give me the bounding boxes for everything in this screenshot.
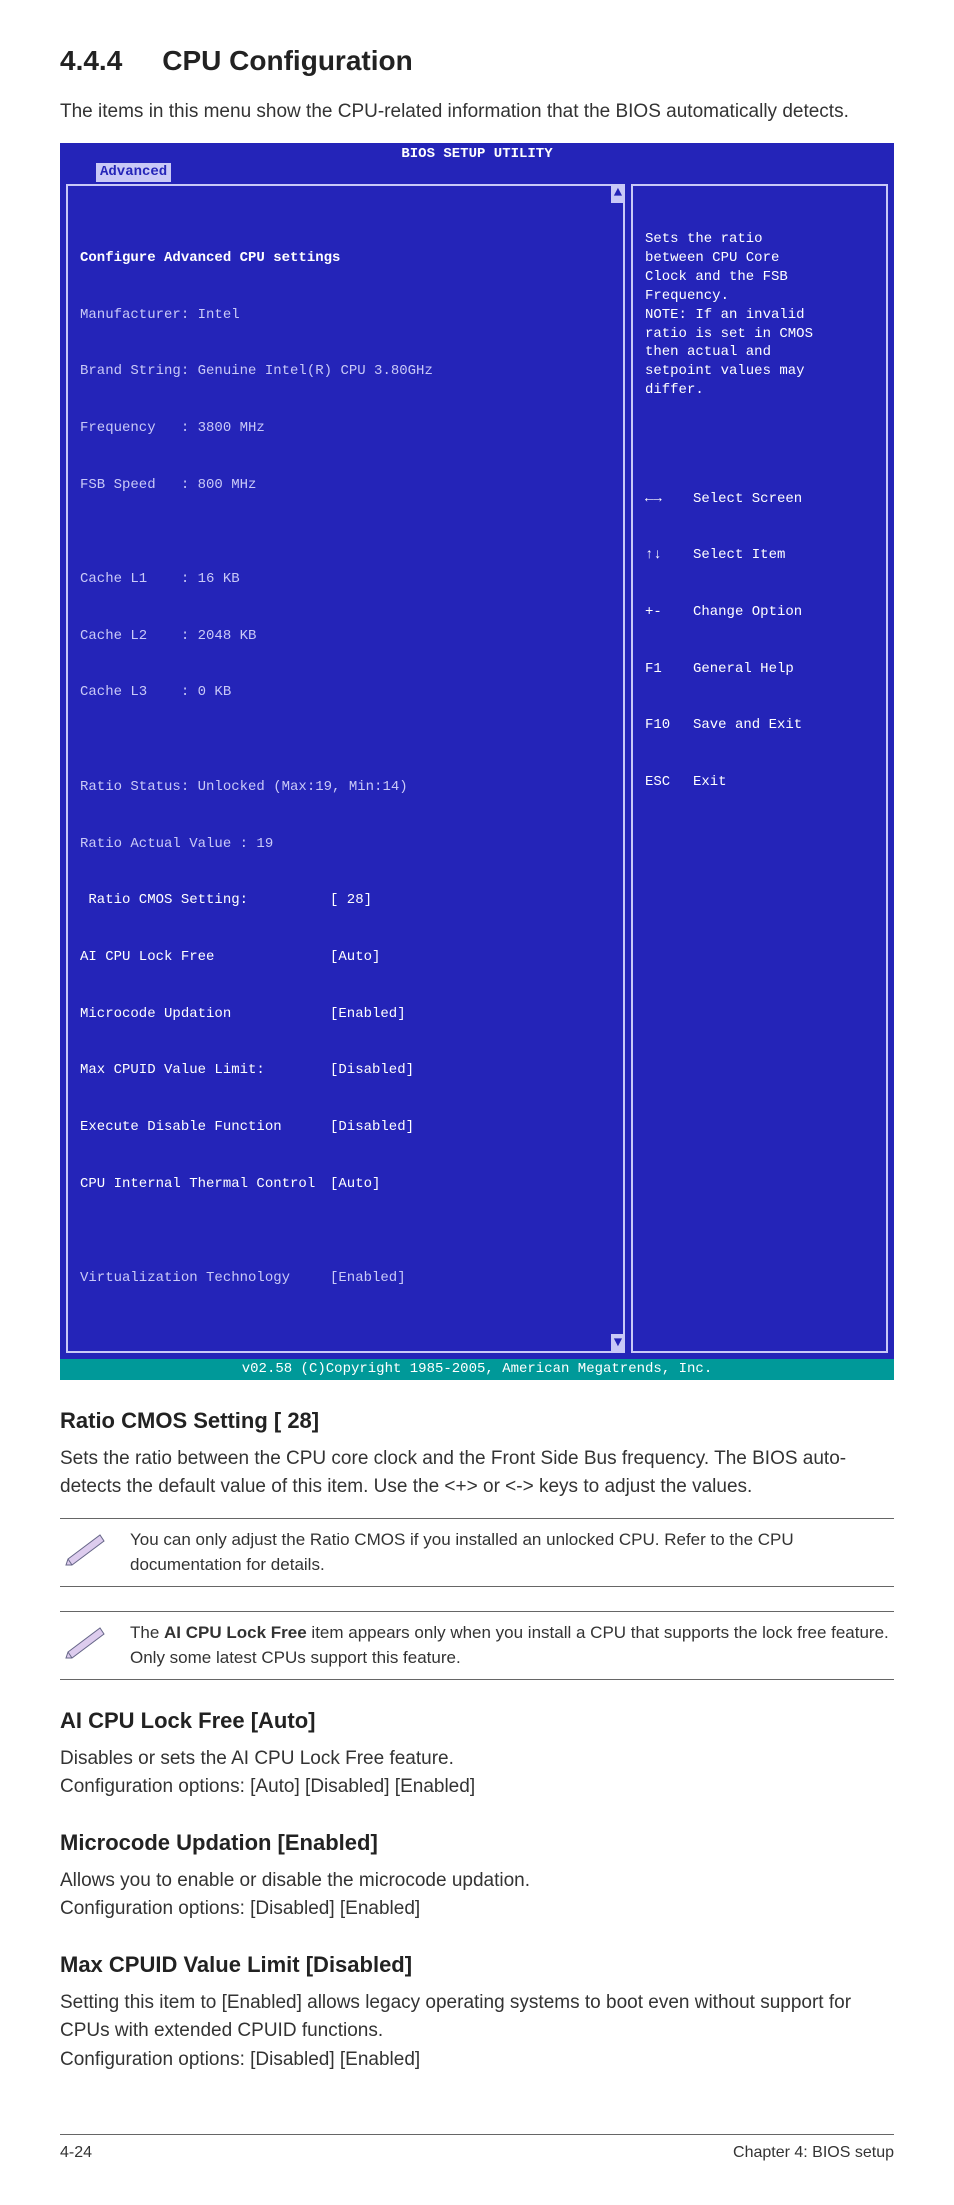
page-footer: 4-24 Chapter 4: BIOS setup [60, 2134, 894, 2165]
bios-info-line: Cache L3 : 0 KB [80, 683, 611, 702]
cpuid-body: Setting this item to [Enabled] allows le… [60, 1989, 894, 2046]
bios-key-row: F1General Help [645, 660, 874, 679]
ai-lock-config: Configuration options: [Auto] [Disabled]… [60, 1773, 894, 1802]
ai-lock-body: Disables or sets the AI CPU Lock Free fe… [60, 1745, 894, 1774]
bios-info-line: Cache L1 : 16 KB [80, 570, 611, 589]
bios-key-row: ↑↓Select Item [645, 546, 874, 565]
note-text: You can only adjust the Ratio CMOS if yo… [130, 1527, 894, 1578]
bios-key-row: F10Save and Exit [645, 716, 874, 735]
bios-field-row: CPU Internal Thermal Control[Auto] [80, 1175, 611, 1194]
bios-info-line: Frequency : 3800 MHz [80, 419, 611, 438]
bios-field-row: Execute Disable Function[Disabled] [80, 1118, 611, 1137]
bios-footer: v02.58 (C)Copyright 1985-2005, American … [60, 1359, 894, 1380]
bios-help-text: Sets the ratio between CPU Core Clock an… [645, 230, 874, 400]
note-box: The AI CPU Lock Free item appears only w… [60, 1611, 894, 1680]
bios-field-row: Microcode Updation[Enabled] [80, 1005, 611, 1024]
bios-key-row: ←→Select Screen [645, 490, 874, 509]
bios-info-line: Manufacturer: Intel [80, 306, 611, 325]
bios-tabs: Advanced [60, 163, 894, 184]
bios-info-line: Ratio Actual Value : 19 [80, 835, 611, 854]
ai-lock-heading: AI CPU Lock Free [Auto] [60, 1704, 894, 1737]
bios-key-row: +-Change Option [645, 603, 874, 622]
microcode-body: Allows you to enable or disable the micr… [60, 1867, 894, 1896]
scroll-up-icon: ▲ [611, 184, 625, 203]
bios-info-line: FSB Speed : 800 MHz [80, 476, 611, 495]
note-box: You can only adjust the Ratio CMOS if yo… [60, 1518, 894, 1587]
bios-screenshot: BIOS SETUP UTILITY Advanced ▲ Configure … [60, 143, 894, 1380]
note-text: The AI CPU Lock Free item appears only w… [130, 1620, 894, 1671]
bios-info-line: Ratio Status: Unlocked (Max:19, Min:14) [80, 778, 611, 797]
scroll-down-icon: ▼ [611, 1334, 625, 1353]
cpuid-config: Configuration options: [Disabled] [Enabl… [60, 2046, 894, 2075]
section-heading: 4.4.4 CPU Configuration [60, 40, 894, 82]
page-number: 4-24 [60, 2141, 92, 2165]
heading-number: 4.4.4 [60, 45, 122, 76]
intro-paragraph: The items in this menu show the CPU-rela… [60, 98, 894, 127]
bios-title: BIOS SETUP UTILITY [60, 143, 894, 164]
bios-right-panel: Sets the ratio between CPU Core Clock an… [631, 184, 888, 1352]
bios-field-row: Max CPUID Value Limit:[Disabled] [80, 1061, 611, 1080]
bios-left-heading: Configure Advanced CPU settings [80, 249, 611, 268]
pencil-icon [60, 1620, 110, 1660]
bios-active-tab: Advanced [96, 163, 171, 182]
bios-field-row: Virtualization Technology[Enabled] [80, 1269, 611, 1288]
bios-left-panel: ▲ Configure Advanced CPU settings Manufa… [66, 184, 625, 1352]
bios-field-row: Ratio CMOS Setting:[ 28] [80, 891, 611, 910]
bios-info-line: Cache L2 : 2048 KB [80, 627, 611, 646]
ratio-heading: Ratio CMOS Setting [ 28] [60, 1404, 894, 1437]
bios-info-line: Brand String: Genuine Intel(R) CPU 3.80G… [80, 362, 611, 381]
cpuid-heading: Max CPUID Value Limit [Disabled] [60, 1948, 894, 1981]
pencil-icon [60, 1527, 110, 1567]
bios-field-row: AI CPU Lock Free[Auto] [80, 948, 611, 967]
ratio-body: Sets the ratio between the CPU core cloc… [60, 1445, 894, 1502]
heading-title: CPU Configuration [162, 45, 412, 76]
chapter-label: Chapter 4: BIOS setup [733, 2141, 894, 2165]
bios-key-row: ESCExit [645, 773, 874, 792]
microcode-config: Configuration options: [Disabled] [Enabl… [60, 1895, 894, 1924]
microcode-heading: Microcode Updation [Enabled] [60, 1826, 894, 1859]
